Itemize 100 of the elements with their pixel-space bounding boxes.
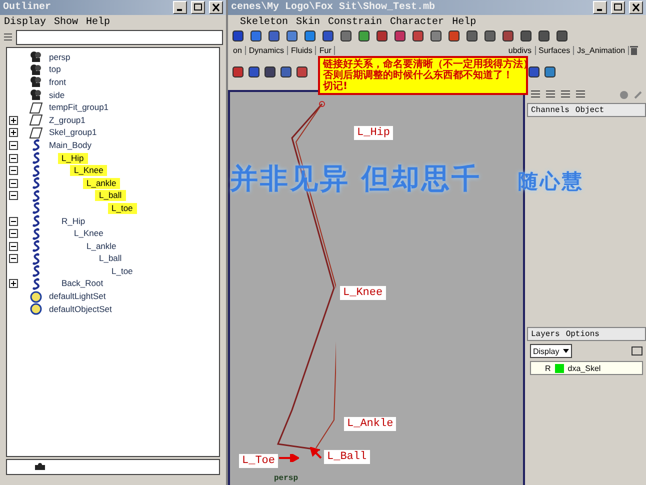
shelf-icon[interactable] (544, 66, 556, 78)
filter-field[interactable] (16, 30, 223, 44)
outliner-item[interactable]: L_toe (108, 266, 137, 277)
expand-icon[interactable] (9, 279, 18, 288)
collapse-icon[interactable] (9, 140, 18, 150)
tree-row[interactable]: L_Knee (7, 227, 108, 240)
outliner-item[interactable]: top (45, 64, 65, 76)
display-dropdown[interactable]: Display (530, 344, 572, 358)
tree-row[interactable]: L_toe (7, 202, 137, 215)
tree-row[interactable]: Z_group1 (7, 114, 90, 127)
tool-icon[interactable] (466, 30, 478, 42)
tree-row[interactable]: L_ankle (7, 176, 120, 190)
outliner-item[interactable]: L_ankle (82, 178, 120, 189)
collapse-icon[interactable] (9, 154, 18, 163)
list-icon[interactable] (575, 90, 586, 100)
minimize-icon[interactable] (173, 1, 187, 14)
tool-icon[interactable] (448, 30, 460, 42)
maximize-icon[interactable] (191, 1, 205, 14)
collapse-icon[interactable] (9, 242, 18, 251)
shelf-tab[interactable]: on (230, 46, 246, 54)
shelf-icon[interactable] (280, 66, 292, 78)
tool-icon[interactable] (322, 30, 334, 42)
tool-icon[interactable] (286, 30, 298, 42)
shelf-icon[interactable] (248, 66, 260, 78)
tool-icon[interactable] (520, 30, 532, 42)
outliner-item[interactable]: L_Knee (70, 228, 108, 240)
collapse-icon[interactable] (9, 254, 18, 264)
list-icon[interactable] (560, 90, 571, 100)
tool-icon[interactable] (340, 30, 352, 42)
outliner-item[interactable]: L_ankle (82, 240, 120, 252)
tool-icon[interactable] (430, 30, 442, 42)
menu-item[interactable]: Character (390, 16, 444, 28)
collapse-icon[interactable] (9, 216, 18, 226)
shelf-icon[interactable] (264, 66, 276, 78)
close-icon[interactable] (209, 1, 223, 14)
expand-icon[interactable] (9, 116, 18, 125)
tree-row[interactable]: R_Hip (7, 214, 90, 228)
layer-row[interactable]: R dxa_Skel (530, 361, 643, 375)
tool-icon[interactable] (358, 30, 370, 42)
outliner-item[interactable]: Skel_group1 (45, 127, 101, 138)
outliner-item[interactable]: Main_Body (45, 140, 96, 151)
tool-icon[interactable] (304, 30, 316, 42)
menu-item[interactable]: Channels (531, 106, 570, 114)
tool-icon[interactable] (484, 30, 496, 42)
collapse-icon[interactable] (9, 166, 18, 176)
tool-icon[interactable] (268, 30, 280, 42)
collapse-icon[interactable] (9, 229, 18, 238)
menu-item[interactable]: Show (54, 16, 78, 28)
tree-row[interactable]: L_toe (7, 265, 137, 278)
tree-row[interactable]: Skel_group1 (7, 126, 101, 140)
menu-item[interactable]: Skeleton (240, 16, 288, 28)
tool-icon[interactable] (376, 30, 388, 42)
tree-row[interactable]: Back_Root (7, 278, 108, 290)
tree-row[interactable]: L_ball (7, 252, 126, 266)
tool-icon[interactable] (502, 30, 514, 42)
maximize-icon[interactable] (611, 1, 625, 14)
shelf-tab[interactable]: Fluids (288, 46, 316, 54)
tree-row[interactable]: Main_Body (7, 139, 96, 152)
menu-item[interactable]: Layers (531, 330, 560, 338)
outliner-item[interactable]: Back_Root (58, 278, 108, 290)
shelf-tab[interactable]: Js_Animation (574, 46, 630, 54)
tool-icon[interactable] (538, 30, 550, 42)
layer-flag[interactable]: R (545, 364, 551, 372)
shelf-icon[interactable] (528, 66, 540, 78)
outliner-item[interactable]: L_Hip (58, 152, 88, 164)
tool-icon[interactable] (412, 30, 424, 42)
filter-icon[interactable] (3, 32, 13, 42)
outliner-item[interactable]: L_ball (95, 253, 126, 264)
tree-row[interactable]: L_ball (7, 190, 126, 202)
tree-row[interactable]: L_Knee (7, 164, 108, 177)
tool-icon[interactable] (394, 30, 406, 42)
tree-row[interactable]: tempFit_group1 (7, 101, 113, 114)
close-icon[interactable] (629, 1, 643, 14)
shelf-tab[interactable]: Dynamics (246, 46, 288, 54)
menu-item[interactable]: Display (4, 16, 46, 28)
shelf-icon[interactable] (296, 66, 308, 78)
outliner-item[interactable]: L_ball (95, 190, 126, 202)
layer-icon[interactable] (631, 345, 643, 357)
outliner-item[interactable]: Z_group1 (45, 114, 90, 126)
tree-row[interactable]: persp (7, 51, 74, 64)
tree-row[interactable]: defaultLightSet (7, 290, 110, 303)
list-icon[interactable] (530, 90, 541, 100)
outliner-item[interactable]: L_Knee (70, 165, 108, 176)
menu-item[interactable]: Options (566, 330, 600, 338)
collapse-icon[interactable] (9, 178, 18, 188)
tool-icon[interactable] (250, 30, 262, 42)
outliner-item[interactable]: R_Hip (58, 216, 90, 227)
trash-icon[interactable] (629, 44, 640, 56)
tree-row[interactable]: top (7, 64, 65, 76)
outliner-item[interactable]: tempFit_group1 (45, 102, 113, 114)
outliner-item[interactable]: defaultObjectSet (45, 304, 116, 315)
list-icon[interactable] (545, 90, 556, 100)
tool-icon[interactable] (556, 30, 568, 42)
shelf-tab[interactable]: ubdivs (505, 46, 536, 54)
outliner-item[interactable]: persp (45, 52, 74, 63)
tree-row[interactable]: defaultObjectSet (7, 302, 116, 316)
expand-icon[interactable] (9, 128, 18, 138)
tool-icon[interactable] (232, 30, 244, 42)
tree-row[interactable]: L_Hip (7, 152, 88, 164)
menu-item[interactable]: Constrain (328, 16, 382, 28)
